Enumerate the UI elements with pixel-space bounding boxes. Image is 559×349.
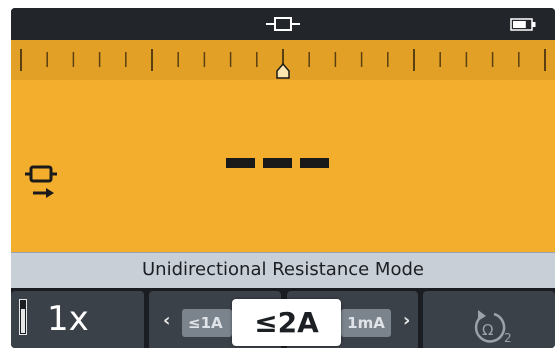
reading-dash	[263, 158, 292, 168]
lead-connector-icon	[266, 17, 300, 31]
chevron-left-icon[interactable]: ‹	[163, 310, 170, 331]
chevron-right-icon[interactable]: ›	[403, 310, 410, 331]
ruler-marker	[276, 62, 290, 79]
status-bar	[11, 8, 555, 40]
selected-current-option[interactable]: ≤2A	[232, 299, 341, 346]
previous-option[interactable]: ≤1A	[182, 309, 232, 337]
measurement-display: ---	[11, 40, 555, 252]
svg-text:2: 2	[504, 331, 512, 345]
device-screen: --- Unidirectional Resistance Mode 1x ‹ …	[11, 8, 555, 348]
zoom-button[interactable]: 1x	[11, 291, 144, 348]
level-bar-icon	[19, 299, 27, 335]
unidirectional-resistance-icon	[25, 165, 57, 198]
reset-ohm-icon: Ω 2	[474, 310, 512, 345]
mode-title: Unidirectional Resistance Mode	[11, 252, 555, 288]
next-option[interactable]: 1mA	[341, 309, 391, 337]
reading-value: ---	[226, 158, 329, 168]
reading-dash	[300, 158, 329, 168]
zoom-label: 1x	[47, 299, 89, 339]
svg-text:Ω: Ω	[482, 321, 493, 339]
battery-icon	[510, 18, 536, 31]
scale-ruler	[11, 40, 555, 80]
reading-dash	[226, 158, 255, 168]
